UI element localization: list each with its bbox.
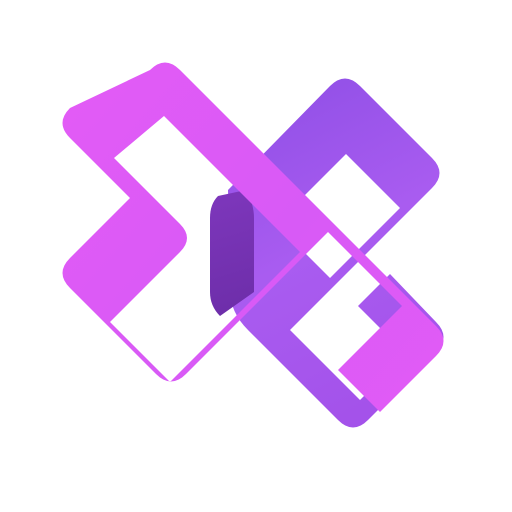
logo-canvas (0, 0, 512, 512)
x-logo-icon (62, 62, 444, 428)
